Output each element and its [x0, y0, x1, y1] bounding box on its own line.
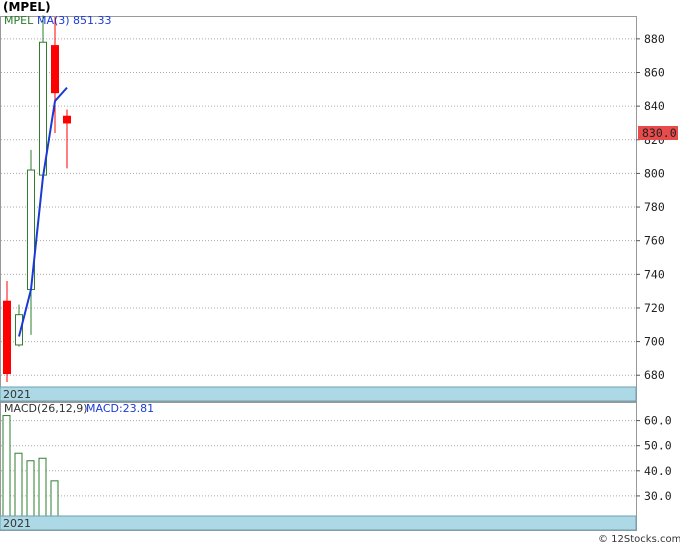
price-tick-label: 860 [644, 66, 665, 80]
price-tick-label: 720 [644, 301, 665, 315]
price-year-label: 2021 [3, 388, 31, 401]
macd-legend-value: MACD:23.81 [86, 402, 154, 415]
credit-text: © 12Stocks.com [598, 534, 680, 545]
chart-figure: 680700720740760780800820840860880 2021 8… [0, 0, 680, 546]
price-axis: 680700720740760780800820840860880 [636, 32, 665, 382]
macd-axis: 30.0 40.0 50.0 60.0 [636, 414, 672, 503]
chart-svg: 680700720740760780800820840860880 2021 8… [0, 0, 680, 545]
price-tick-label: 760 [644, 234, 665, 248]
price-tick-label: 800 [644, 166, 665, 180]
price-panel-frame [0, 16, 637, 402]
candle-body [51, 45, 59, 94]
chart-title: (MPEL) [3, 0, 51, 14]
macd-tick-label: 60.0 [644, 414, 672, 428]
macd-tick-label: 30.0 [644, 489, 672, 503]
macd-bar [14, 452, 23, 517]
price-tick-label: 700 [644, 335, 665, 349]
legend-ma-value: 851.33 [73, 14, 112, 27]
price-tick-label: 840 [644, 99, 665, 113]
candle-body [63, 115, 71, 124]
macd-year-label: 2021 [3, 517, 31, 530]
macd-tick-label: 50.0 [644, 439, 672, 453]
price-date-band [0, 386, 637, 402]
macd-bar [50, 480, 59, 517]
macd-tick-label: 40.0 [644, 464, 672, 478]
macd-bar [2, 415, 11, 517]
legend-symbol: MPEL [4, 14, 34, 27]
macd-bar [26, 460, 35, 517]
macd-date-band [0, 515, 637, 531]
macd-legend: MACD(26,12,9) [4, 402, 88, 415]
price-tick-label: 780 [644, 200, 665, 214]
price-tick-label: 880 [644, 32, 665, 46]
legend-ma: MA(3) [37, 14, 70, 27]
price-tick-label: 740 [644, 267, 665, 281]
macd-bar [38, 457, 47, 517]
last-price-label: 830.0 [642, 126, 677, 140]
price-tick-label: 680 [644, 368, 665, 382]
macd-panel-frame [0, 402, 637, 531]
candle-body [3, 300, 11, 375]
